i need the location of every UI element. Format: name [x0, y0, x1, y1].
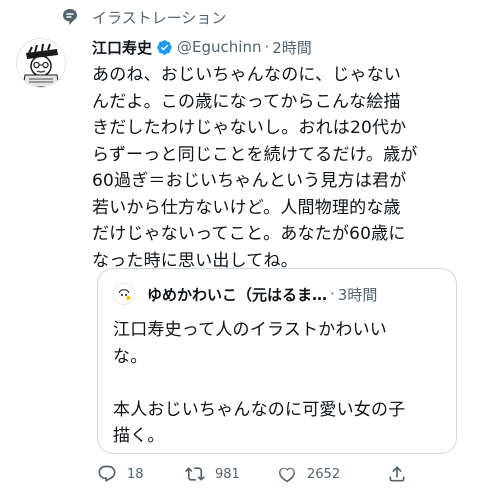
tweet-text: あのね、おじいちゃんなのに、じゃない んだよ。この歳になってからこんな絵描 きだ… — [92, 65, 418, 271]
like-button[interactable]: 2652 — [277, 464, 387, 484]
reply-count: 18 — [127, 466, 144, 482]
quote-header: ゆめかわいこ（元はるま… · 3時間 — [113, 283, 443, 305]
topic-label: イラストレーション — [92, 8, 227, 27]
share-icon — [389, 466, 405, 482]
topic-icon — [62, 8, 78, 26]
quote-author-avatar — [113, 283, 135, 305]
quote-text: 江口寿史って人のイラストかわいい な。 本人おじいちゃんなのに可愛い女の子 描く… — [113, 320, 406, 446]
author-handle[interactable]: @Eguchinn — [177, 38, 261, 56]
tweet[interactable]: 江口寿史 @Eguchinn · 2時間 あのね、おじいちゃんなのに、じゃない … — [92, 36, 464, 274]
quote-author-name: ゆめかわいこ（元はるま… — [147, 285, 328, 304]
quote-separator: · — [330, 285, 335, 303]
retweet-icon — [185, 467, 205, 481]
author-avatar[interactable] — [16, 38, 66, 88]
quote-tweet-card[interactable]: ゆめかわいこ（元はるま… · 3時間 江口寿史って人のイラストかわいい な。 本… — [97, 268, 457, 454]
like-count: 2652 — [307, 466, 341, 482]
topic-row[interactable]: イラストレーション — [62, 6, 226, 28]
verified-badge-icon — [156, 39, 173, 56]
tweet-timestamp[interactable]: 2時間 — [272, 37, 312, 58]
author-name[interactable]: 江口寿史 — [92, 37, 152, 58]
retweet-count: 981 — [215, 466, 240, 482]
heart-icon — [279, 467, 295, 483]
reply-icon — [98, 465, 116, 483]
header-separator: · — [264, 38, 270, 56]
tweet-actions: 18 981 2652 — [97, 462, 437, 486]
share-button[interactable] — [387, 464, 417, 484]
tweet-header: 江口寿史 @Eguchinn · 2時間 — [92, 36, 464, 58]
quote-timestamp: 3時間 — [337, 285, 378, 304]
retweet-button[interactable]: 981 — [185, 464, 277, 484]
reply-button[interactable]: 18 — [97, 464, 185, 484]
